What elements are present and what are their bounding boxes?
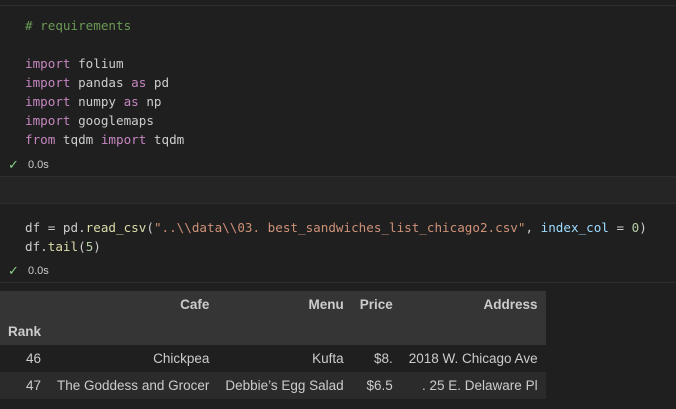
column-header-price: Price <box>359 297 393 312</box>
index-name: Rank <box>8 324 42 339</box>
code-alias: np <box>138 94 162 109</box>
cell-gap <box>0 177 676 203</box>
row-index: 46 <box>25 351 42 366</box>
index-name-row: Rank <box>0 318 546 345</box>
code-keyword: import <box>25 75 71 90</box>
column-header-address: Address <box>483 297 538 312</box>
check-icon: ✓ <box>8 157 19 172</box>
code-param: index_col <box>540 220 609 235</box>
table-header-row: Cafe Menu Price Address <box>0 291 546 318</box>
code-cell-requirements[interactable]: # requirements import folium import pand… <box>0 16 676 149</box>
code-module: tqdm <box>55 132 101 147</box>
code-paren: ( <box>78 239 86 254</box>
table-row: 46 Chickpea Kufta $8. 2018 W. Chicago Av… <box>0 345 546 372</box>
code-keyword: from <box>25 132 56 147</box>
code-var: df. <box>25 239 48 254</box>
cell-menu: Kufta <box>312 351 344 366</box>
code-comment: # requirements <box>25 18 132 33</box>
cell-status: ✓ 0.0s <box>8 263 49 279</box>
cell-divider <box>0 203 676 204</box>
cell-status: ✓ 0.0s <box>8 157 49 173</box>
code-paren: ( <box>146 220 154 235</box>
cell-divider <box>0 5 676 6</box>
cell-price: $6.5 <box>366 378 393 393</box>
code-editor[interactable]: # requirements import folium import pand… <box>0 16 676 149</box>
code-function: tail <box>47 239 79 254</box>
cell-cafe: Chickpea <box>153 351 210 366</box>
table-row: 47 The Goddess and Grocer Debbie’s Egg S… <box>0 372 546 399</box>
code-module: folium <box>70 56 124 71</box>
code-paren: ) <box>93 239 101 254</box>
column-header-menu: Menu <box>308 297 344 312</box>
code-op: = <box>608 220 632 235</box>
execution-time: 0.0s <box>28 159 49 171</box>
cell-price: $8. <box>373 351 393 366</box>
execution-time: 0.0s <box>28 265 49 277</box>
row-index: 47 <box>25 378 42 393</box>
code-keyword: import <box>25 94 71 109</box>
cell-address: 2018 W. Chicago Ave <box>408 351 538 366</box>
code-cell-read-csv[interactable]: df = pd.read_csv("..\\data\\03. best_san… <box>0 218 676 256</box>
column-header-cafe: Cafe <box>180 297 210 312</box>
code-module: numpy <box>70 94 124 109</box>
code-module: pandas <box>70 75 132 90</box>
code-module: googlemaps <box>70 113 154 128</box>
code-var: df = pd. <box>25 220 86 235</box>
index-header-blank <box>0 291 49 318</box>
cell-menu: Debbie’s Egg Salad <box>225 378 344 393</box>
code-paren: ) <box>639 220 647 235</box>
code-string: "..\\data\\03. best_sandwiches_list_chic… <box>153 220 526 235</box>
code-keyword: import <box>25 113 71 128</box>
dataframe-output: Cafe Menu Price Address Rank 46 Chickpea… <box>0 291 546 399</box>
code-keyword: import <box>25 56 71 71</box>
cell-address: . 25 E. Delaware Pl <box>422 378 538 393</box>
code-editor[interactable]: df = pd.read_csv("..\\data\\03. best_san… <box>0 218 676 256</box>
code-keyword: as <box>123 94 139 109</box>
cell-divider <box>0 282 676 283</box>
check-icon: ✓ <box>8 263 19 278</box>
code-alias: pd <box>146 75 170 90</box>
code-punct: , <box>525 220 541 235</box>
code-keyword: import <box>100 132 147 147</box>
cell-cafe: The Goddess and Grocer <box>57 378 210 393</box>
code-name: tqdm <box>146 132 185 147</box>
code-function: read_csv <box>85 220 147 235</box>
code-keyword: as <box>131 75 147 90</box>
